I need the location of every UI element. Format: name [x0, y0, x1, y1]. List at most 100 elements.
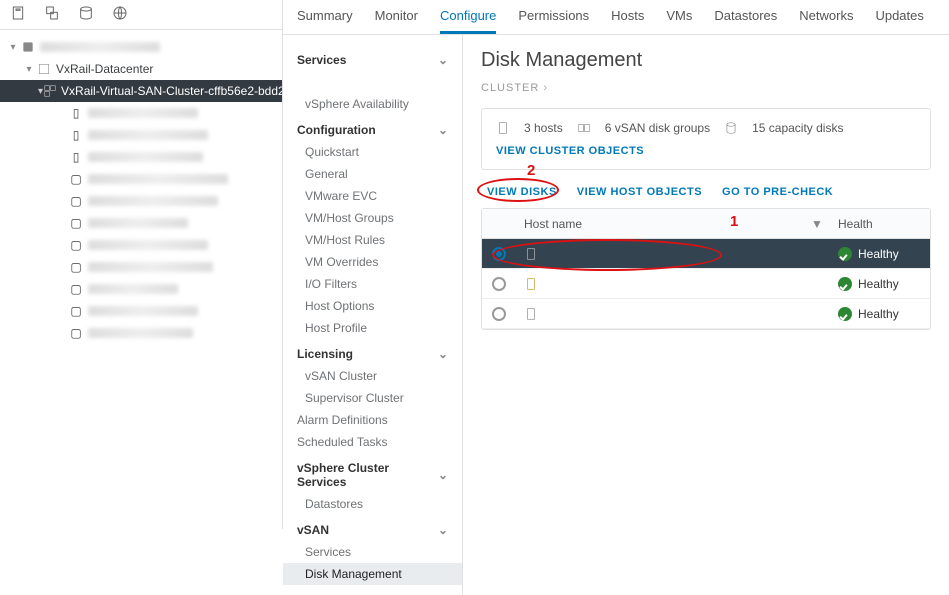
chevron-down-icon: ⌄ — [438, 468, 448, 482]
host-icon — [524, 307, 538, 321]
main-panel: Summary Monitor Configure Permissions Ho… — [283, 0, 949, 529]
networks-icon[interactable] — [112, 5, 128, 24]
vm-icon: ▢ — [68, 259, 84, 275]
datacenter-label: VxRail-Datacenter — [56, 62, 153, 76]
chevron-down-icon: ⌄ — [438, 53, 448, 67]
tab-hosts[interactable]: Hosts — [611, 8, 644, 34]
disk-group-icon — [577, 121, 591, 135]
vcenter-icon — [20, 39, 36, 55]
col-hostname[interactable]: Host name — [516, 217, 804, 231]
cfg-item-scheduled-tasks[interactable]: Scheduled Tasks — [283, 431, 462, 453]
tab-datastores[interactable]: Datastores — [714, 8, 777, 34]
chevron-down-icon: ⌄ — [438, 523, 448, 537]
vm-icon: ▢ — [68, 325, 84, 341]
cfg-item-quickstart[interactable]: Quickstart — [283, 141, 462, 163]
tab-configure[interactable]: Configure — [440, 8, 496, 34]
host-icon — [524, 247, 538, 261]
health-text: Healthy — [858, 247, 899, 261]
disk-groups-count: 6 vSAN disk groups — [605, 121, 710, 135]
tree-cluster[interactable]: ▾VxRail-Virtual-SAN-Cluster-cffb56e2-bdd… — [0, 80, 282, 102]
cfg-group-services[interactable]: Services⌄ — [283, 45, 462, 71]
health-ok-icon — [838, 307, 852, 321]
tab-summary[interactable]: Summary — [297, 8, 353, 34]
cfg-item-datastores[interactable]: Datastores — [283, 493, 462, 515]
cfg-item-supervisor-cluster[interactable]: Supervisor Cluster — [283, 387, 462, 409]
cfg-item-redacted[interactable] — [283, 71, 462, 93]
tree-host[interactable]: ▯ — [0, 146, 282, 168]
table-row[interactable]: Healthy — [482, 239, 930, 269]
host-warn-icon: ▯ — [68, 127, 84, 143]
row-radio[interactable] — [492, 277, 506, 291]
cfg-item-host-options[interactable]: Host Options — [283, 295, 462, 317]
tree-host[interactable]: ▯ — [0, 102, 282, 124]
tab-monitor[interactable]: Monitor — [375, 8, 418, 34]
hosts-count: 3 hosts — [524, 121, 563, 135]
cfg-item-vmhost-rules[interactable]: VM/Host Rules — [283, 229, 462, 251]
view-host-objects-link[interactable]: VIEW HOST OBJECTS — [577, 186, 702, 198]
tree-vm[interactable]: ▢ — [0, 168, 282, 190]
chevron-down-icon: ⌄ — [438, 123, 448, 137]
capacity-disk-icon — [724, 121, 738, 135]
view-cluster-objects-link[interactable]: VIEW CLUSTER OBJECTS — [496, 145, 916, 157]
vm-icon: ▢ — [68, 281, 84, 297]
vm-icon: ▢ — [68, 215, 84, 231]
host-icon: ▯ — [68, 105, 84, 121]
cfg-item-disk-management[interactable]: Disk Management — [283, 563, 462, 585]
tree-datacenter[interactable]: ▾VxRail-Datacenter — [0, 58, 282, 80]
tree-vm[interactable]: ▢ — [0, 322, 282, 344]
tab-permissions[interactable]: Permissions — [518, 8, 589, 34]
cfg-item-vm-overrides[interactable]: VM Overrides — [283, 251, 462, 273]
cfg-item-general[interactable]: General — [283, 163, 462, 185]
table-row[interactable]: Healthy — [482, 299, 930, 329]
cfg-item-io-filters[interactable]: I/O Filters — [283, 273, 462, 295]
filter-icon[interactable]: ▼ — [804, 217, 830, 231]
cfg-item-alarm-definitions[interactable]: Alarm Definitions — [283, 409, 462, 431]
cfg-item-vmhost-groups[interactable]: VM/Host Groups — [283, 207, 462, 229]
tab-updates[interactable]: Updates — [875, 8, 923, 34]
health-ok-icon — [838, 247, 852, 261]
cluster-label: VxRail-Virtual-SAN-Cluster-cffb56e2-bdd2… — [61, 84, 282, 98]
cluster-summary-card: 3 hosts 6 vSAN disk groups 15 capacity d… — [481, 108, 931, 170]
row-radio[interactable] — [492, 247, 506, 261]
vms-icon[interactable] — [44, 5, 60, 24]
table-row[interactable]: Healthy — [482, 269, 930, 299]
hosts-icon[interactable] — [10, 5, 26, 24]
vm-icon: ▢ — [68, 303, 84, 319]
table-header: Host name ▼ Health — [482, 209, 930, 239]
breadcrumb[interactable]: CLUSTER› — [481, 82, 931, 94]
vm-icon: ▢ — [68, 171, 84, 187]
storage-icon[interactable] — [78, 5, 94, 24]
tree-vm[interactable]: ▢ — [0, 190, 282, 212]
hosts-table: Host name ▼ Health Healthy He — [481, 208, 931, 330]
tree-vm[interactable]: ▢ — [0, 234, 282, 256]
go-to-precheck-link[interactable]: GO TO PRE-CHECK — [722, 186, 833, 198]
health-text: Healthy — [858, 307, 899, 321]
view-disks-link[interactable]: VIEW DISKS — [487, 186, 557, 198]
col-health[interactable]: Health — [830, 217, 930, 231]
configure-sidebar: Services⌄ vSphere Availability Configura… — [283, 35, 463, 595]
cfg-group-vsan[interactable]: vSAN⌄ — [283, 515, 462, 541]
tree-vm[interactable]: ▢ — [0, 256, 282, 278]
cfg-item-host-profile[interactable]: Host Profile — [283, 317, 462, 339]
cfg-group-configuration[interactable]: Configuration⌄ — [283, 115, 462, 141]
tree-host[interactable]: ▯ — [0, 124, 282, 146]
object-tabs: Summary Monitor Configure Permissions Ho… — [283, 0, 949, 35]
inventory-iconbar — [0, 0, 282, 30]
health-ok-icon — [838, 277, 852, 291]
row-radio[interactable] — [492, 307, 506, 321]
tree-vm[interactable]: ▢ — [0, 300, 282, 322]
tree-vm[interactable]: ▢ — [0, 278, 282, 300]
cfg-item-vsphere-availability[interactable]: vSphere Availability — [283, 93, 462, 115]
cfg-item-vmware-evc[interactable]: VMware EVC — [283, 185, 462, 207]
inventory-panel: ▾ ▾VxRail-Datacenter ▾VxRail-Virtual-SAN… — [0, 0, 283, 529]
tree-vm[interactable]: ▢ — [0, 212, 282, 234]
cluster-icon — [43, 83, 57, 99]
tab-networks[interactable]: Networks — [799, 8, 853, 34]
cfg-item-vsan-services[interactable]: Services — [283, 541, 462, 563]
tab-vms[interactable]: VMs — [666, 8, 692, 34]
tree-root[interactable]: ▾ — [0, 36, 282, 58]
cfg-group-vsphere-cluster-services[interactable]: vSphere Cluster Services⌄ — [283, 453, 462, 493]
cfg-item-vsan-cluster[interactable]: vSAN Cluster — [283, 365, 462, 387]
cfg-group-licensing[interactable]: Licensing⌄ — [283, 339, 462, 365]
host-warn-icon — [524, 277, 538, 291]
